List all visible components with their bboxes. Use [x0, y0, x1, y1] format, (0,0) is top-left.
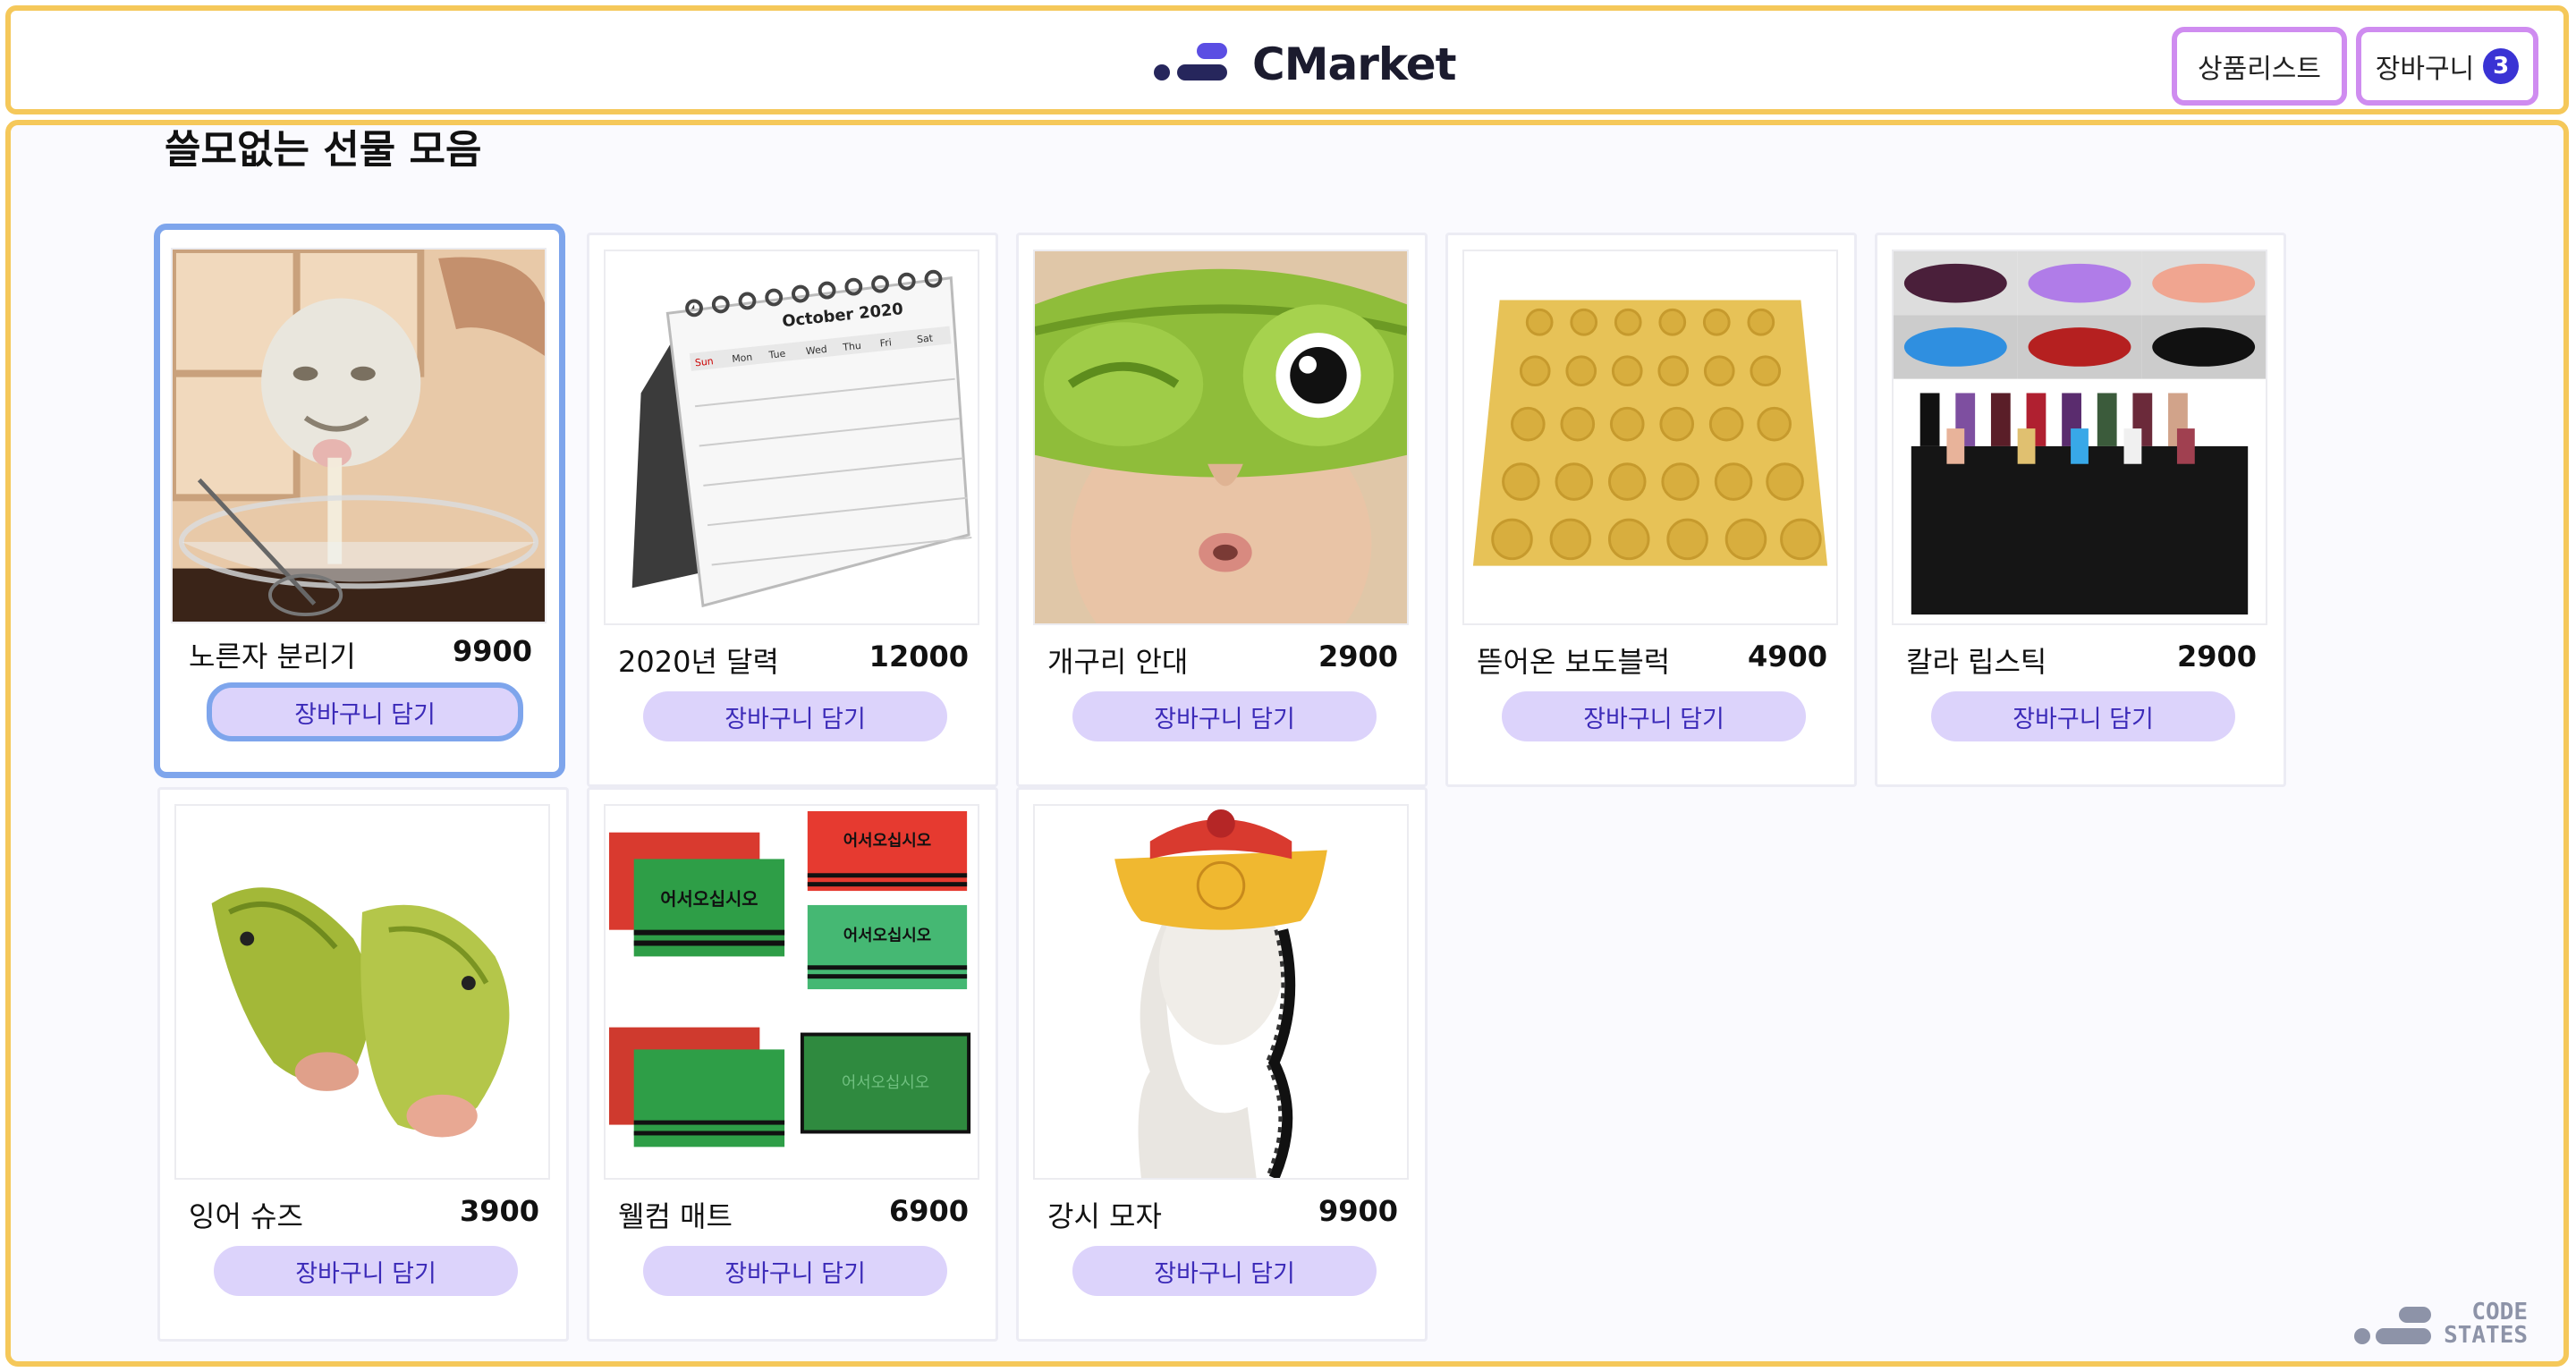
welcome-mat-text: 어서오십시오: [842, 1073, 929, 1092]
product-card[interactable]: 개구리 안대 2900 장바구니 담기: [1016, 233, 1428, 787]
add-to-cart-button[interactable]: 장바구니 담기: [643, 691, 947, 741]
add-to-cart-button[interactable]: 장바구니 담기: [1072, 691, 1377, 741]
welcome-mat-text: 어서오십시오: [843, 927, 931, 945]
page-title: 쓸모없는 선물 모음: [165, 127, 482, 173]
product-name: 뜯어온 보도블럭: [1477, 645, 1671, 679]
product-price: 6900: [888, 1194, 969, 1228]
main-content: 쓸모없는 선물 모음 노른자 분리기 9900 장바구니 담기 October …: [5, 120, 2569, 1367]
product-image-paving-block: [1462, 250, 1838, 625]
calendar-day-label: Sat: [917, 332, 934, 345]
product-price: 2900: [2176, 639, 2257, 673]
codestates-line1: CODE: [2471, 1299, 2528, 1325]
calendar-day-label: Mon: [732, 351, 753, 365]
add-to-cart-button[interactable]: 장바구니 담기: [207, 682, 523, 741]
product-price: 12000: [869, 639, 969, 673]
paving-block-image: [1464, 251, 1836, 623]
product-price: 9900: [1318, 1194, 1398, 1228]
product-name: 웰컴 매트: [618, 1199, 733, 1233]
brand[interactable]: CMarket: [1154, 38, 1457, 91]
calendar-day-label: Thu: [842, 340, 862, 353]
jiangshi-hat-image: [1035, 806, 1407, 1178]
product-price: 3900: [459, 1194, 539, 1228]
product-card[interactable]: 뜯어온 보도블럭 4900 장바구니 담기: [1445, 233, 1857, 787]
welcome-mat-text: 어서오십시오: [660, 889, 758, 910]
product-card[interactable]: 강시 모자 9900 장바구니 담기: [1016, 787, 1428, 1342]
nav-cart-label: 장바구니: [2375, 54, 2475, 85]
codestates-logo-icon: [2354, 1303, 2432, 1344]
product-name: 개구리 안대: [1047, 645, 1189, 679]
lipstick-image: [1894, 251, 2266, 623]
product-card[interactable]: 어서오십시오 어서오십시오 어서오십시오 어서오십시오 웰컴 매트 6900 장…: [587, 787, 998, 1342]
product-image-calendar: October 2020 Sun Mon Tue Wed Thu Fri Sat: [604, 250, 979, 625]
calendar-day-label: Sun: [694, 355, 714, 368]
product-name: 노른자 분리기: [189, 639, 356, 673]
add-to-cart-button[interactable]: 장바구니 담기: [214, 1246, 518, 1296]
codestates-logo: CODE STATES: [2354, 1300, 2528, 1347]
calendar-image: October 2020 Sun Mon Tue Wed Thu Fri Sat: [606, 251, 978, 623]
calendar-day-label: Fri: [879, 336, 892, 349]
nav-cart-button[interactable]: 장바구니 3: [2356, 27, 2538, 106]
nav-product-list-button[interactable]: 상품리스트: [2172, 27, 2347, 106]
header: CMarket 상품리스트 장바구니 3: [5, 5, 2569, 114]
product-price: 9900: [452, 634, 532, 668]
product-card[interactable]: 칼라 립스틱 2900 장바구니 담기: [1875, 233, 2286, 787]
product-card[interactable]: 노른자 분리기 9900 장바구니 담기: [154, 224, 565, 778]
product-name: 2020년 달력: [618, 645, 779, 679]
add-to-cart-button[interactable]: 장바구니 담기: [1072, 1246, 1377, 1296]
welcome-mat-image: 어서오십시오 어서오십시오 어서오십시오 어서오십시오: [606, 806, 978, 1178]
calendar-day-label: Tue: [767, 348, 786, 361]
nav-product-list-label: 상품리스트: [2198, 54, 2321, 85]
add-to-cart-button[interactable]: 장바구니 담기: [643, 1246, 947, 1296]
product-image-lipstick: [1892, 250, 2267, 625]
product-card[interactable]: 잉어 슈즈 3900 장바구니 담기: [157, 787, 569, 1342]
codestates-line2: STATES: [2444, 1322, 2528, 1349]
product-image-yolk-separator: [171, 248, 547, 623]
cmarket-logo-icon: [1154, 43, 1227, 86]
product-price: 2900: [1318, 639, 1398, 673]
product-name: 강시 모자: [1047, 1199, 1162, 1233]
calendar-day-label: Wed: [805, 343, 827, 357]
product-image-fish-shoes: [174, 804, 550, 1180]
product-image-welcome-mat: 어서오십시오 어서오십시오 어서오십시오 어서오십시오: [604, 804, 979, 1180]
add-to-cart-button[interactable]: 장바구니 담기: [1502, 691, 1806, 741]
welcome-mat-text: 어서오십시오: [843, 832, 931, 851]
product-price: 4900: [1747, 639, 1827, 673]
cart-count-badge: 3: [2483, 48, 2520, 84]
product-image-jiangshi-hat: [1033, 804, 1409, 1180]
product-name: 칼라 립스틱: [1906, 645, 2047, 679]
product-card[interactable]: October 2020 Sun Mon Tue Wed Thu Fri Sat: [587, 233, 998, 787]
product-name: 잉어 슈즈: [189, 1199, 303, 1233]
codestates-logo-text: CODE STATES: [2444, 1300, 2528, 1347]
product-image-frog-eyemask: [1033, 250, 1409, 625]
brand-title: CMarket: [1252, 38, 1457, 90]
frog-eyemask-image: [1035, 251, 1407, 623]
fish-shoes-image: [176, 806, 548, 1178]
add-to-cart-button[interactable]: 장바구니 담기: [1931, 691, 2235, 741]
yolk-separator-image: [173, 250, 545, 622]
